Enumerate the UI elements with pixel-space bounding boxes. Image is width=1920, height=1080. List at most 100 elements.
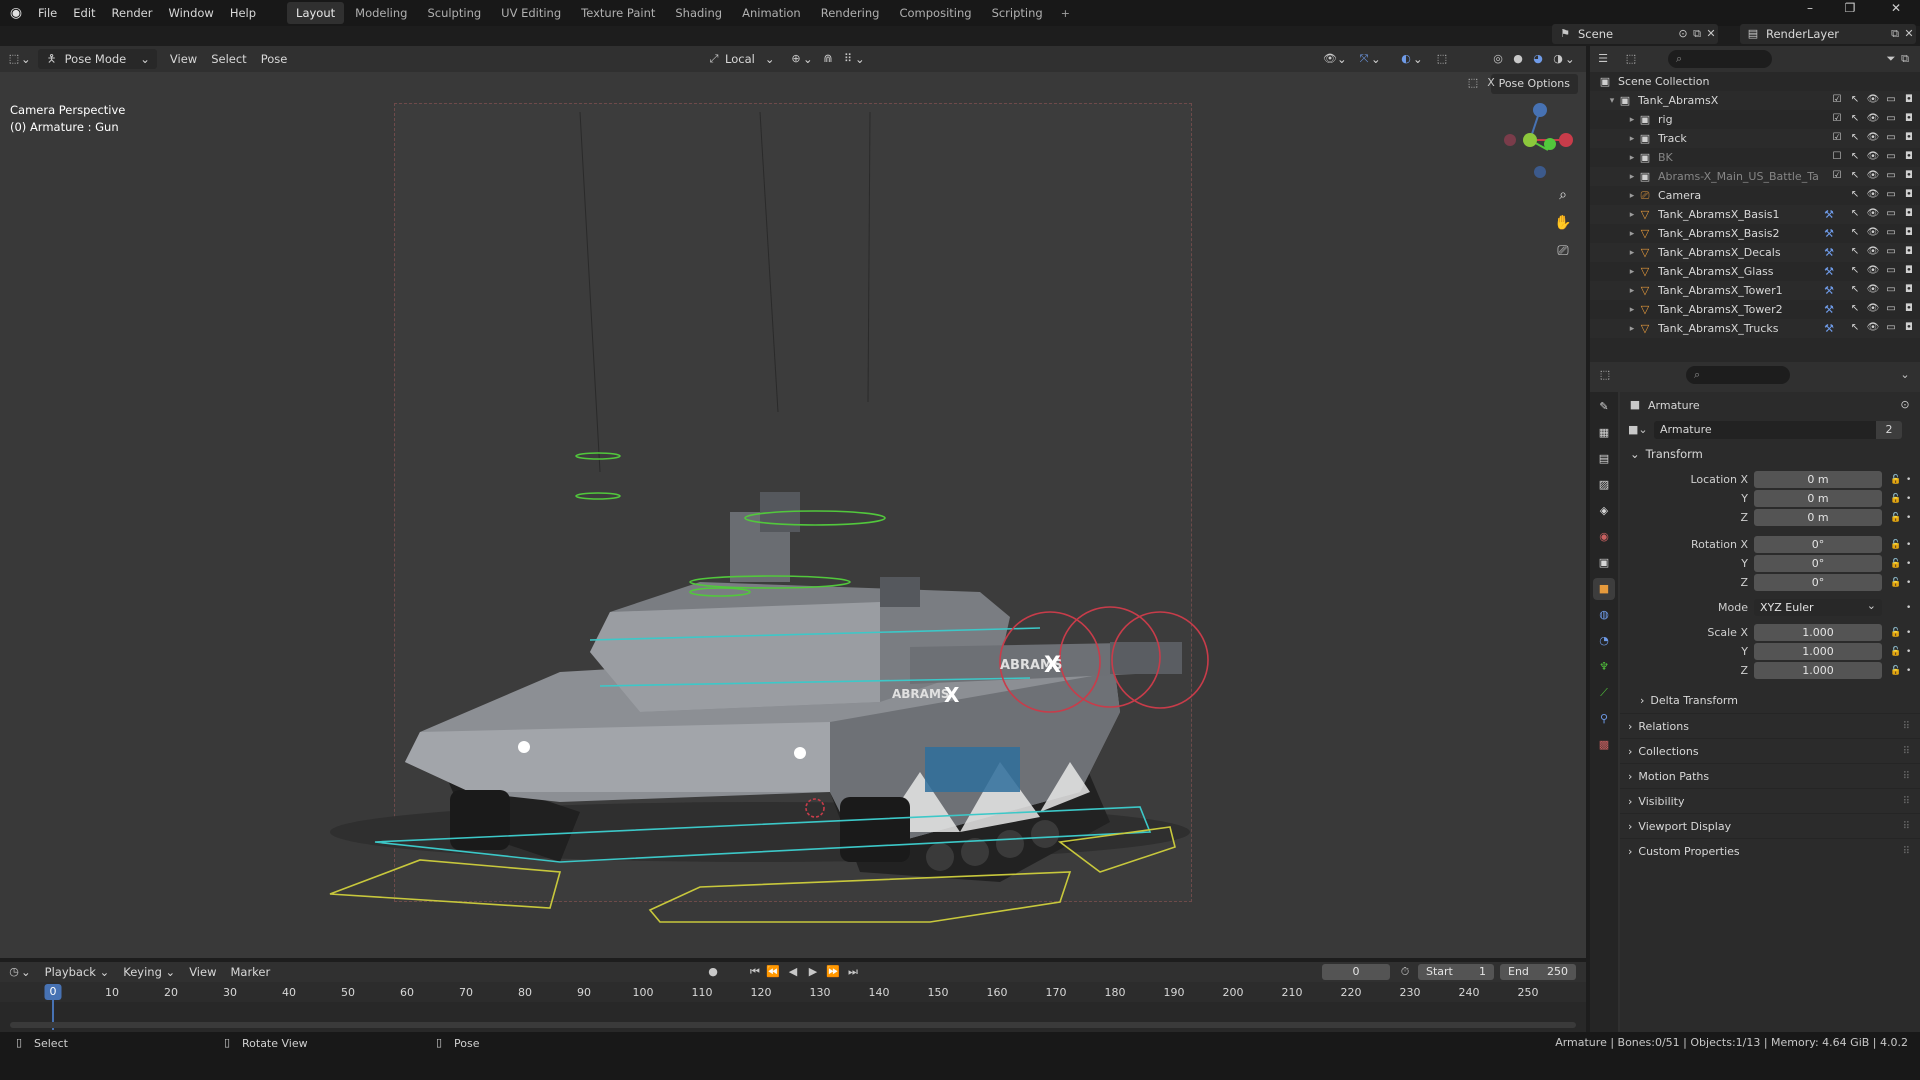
transform-panel-header[interactable]: ⌄ Transform — [1620, 442, 1920, 466]
menu-window[interactable]: Window — [160, 6, 221, 20]
3d-viewport[interactable]: Camera Perspective (0) Armature : Gun Po… — [0, 72, 1586, 958]
drag-grip-icon[interactable]: ⠿ — [1903, 846, 1910, 857]
eye-icon[interactable]: 👁 — [1866, 302, 1880, 316]
expand-arrow-icon[interactable]: ▸ — [1626, 210, 1638, 220]
eye-icon[interactable]: 👁 — [1866, 93, 1880, 107]
rotation-mode-select[interactable]: XYZ Euler — [1754, 597, 1882, 616]
drag-grip-icon[interactable]: ⠿ — [1903, 721, 1910, 732]
menu-file[interactable]: File — [30, 6, 65, 20]
visibility-selector[interactable]: 👁 ⌄ — [1316, 49, 1354, 69]
scale-z-field[interactable]: 1.000 — [1754, 662, 1882, 679]
zoom-icon[interactable]: ⌕ — [1550, 182, 1576, 208]
scale-x-field[interactable]: 1.000 — [1754, 624, 1882, 641]
expand-arrow-icon[interactable]: ▸ — [1626, 248, 1638, 258]
play-icon[interactable]: ▶ — [806, 965, 820, 979]
gizmo-toggle[interactable]: ⤧ ⌄ — [1350, 49, 1388, 69]
drag-grip-icon[interactable]: ⠿ — [1903, 771, 1910, 782]
user-count[interactable]: 2 — [1876, 421, 1902, 439]
keyframe-dot-icon[interactable]: • — [1906, 494, 1916, 504]
object-data-icon[interactable]: ■⌄ — [1628, 423, 1648, 437]
expand-arrow-icon[interactable]: ▸ — [1626, 191, 1638, 201]
render-camera-icon[interactable]: ◘ — [1902, 264, 1916, 278]
modifier-wrench-icon[interactable]: ⚒ — [1822, 303, 1836, 317]
panel-visibility[interactable]: › Visibility ⠿ — [1620, 788, 1920, 813]
blender-logo-icon[interactable]: ◉ — [8, 5, 24, 21]
menu-view[interactable]: View — [163, 49, 204, 69]
render-camera-icon[interactable]: ◘ — [1902, 188, 1916, 202]
modifier-wrench-icon[interactable]: ⚒ — [1822, 208, 1836, 222]
select-arrow-icon[interactable]: ↖ — [1848, 245, 1862, 259]
eye-icon[interactable]: 👁 — [1866, 131, 1880, 145]
timeline-scrollbar[interactable] — [10, 1022, 1576, 1028]
lock-icon[interactable]: 🔓 — [1890, 666, 1906, 676]
frame-cursor[interactable]: 0 — [44, 984, 62, 1000]
modifier-wrench-icon[interactable]: ⚒ — [1822, 246, 1836, 260]
menu-edit[interactable]: Edit — [65, 6, 103, 20]
modifier-tab-icon[interactable]: ◍ — [1593, 604, 1615, 626]
eye-icon[interactable]: 👁 — [1866, 169, 1880, 183]
panel-collections[interactable]: › Collections ⠿ — [1620, 738, 1920, 763]
eye-icon[interactable]: 👁 — [1866, 112, 1880, 126]
location-z-field[interactable]: 0 m — [1754, 509, 1882, 526]
select-arrow-icon[interactable]: ↖ — [1848, 264, 1862, 278]
checkbox-icon[interactable]: ☑ — [1830, 112, 1844, 126]
lock-icon[interactable]: 🔓 — [1890, 559, 1906, 569]
keyframe-dot-icon[interactable]: • — [1906, 513, 1916, 523]
select-arrow-icon[interactable]: ↖ — [1848, 188, 1862, 202]
expand-arrow-icon[interactable]: ▸ — [1626, 229, 1638, 239]
outliner-editor-icon[interactable]: ☰ — [1596, 52, 1610, 66]
keyframe-dot-icon[interactable]: • — [1906, 578, 1916, 588]
lock-icon[interactable]: 🔓 — [1890, 628, 1906, 638]
modifier-wrench-icon[interactable]: ⚒ — [1822, 284, 1836, 298]
filter-icon[interactable]: ⏷ — [1884, 52, 1898, 66]
pin-icon[interactable]: ⊙ — [1676, 27, 1690, 41]
select-arrow-icon[interactable]: ↖ — [1848, 302, 1862, 316]
scene-tab-icon[interactable]: ◈ — [1593, 500, 1615, 522]
tab-sculpting[interactable]: Sculpting — [418, 2, 490, 24]
render-camera-icon[interactable]: ◘ — [1902, 302, 1916, 316]
tab-compositing[interactable]: Compositing — [890, 2, 980, 24]
outliner-item[interactable]: ▸ ▣ rig ☑ ↖ 👁 ▭ ◘ — [1590, 110, 1920, 129]
texture-tab-icon[interactable]: ▩ — [1593, 734, 1615, 756]
menu-playback[interactable]: Playback ⌄ — [38, 962, 117, 982]
end-frame-field[interactable]: End 250 — [1500, 964, 1576, 980]
bone-constraint-tab-icon[interactable]: ⚲ — [1593, 708, 1615, 730]
render-camera-icon[interactable]: ◘ — [1902, 131, 1916, 145]
pin-icon[interactable]: ⊙ — [1898, 398, 1912, 412]
eye-icon[interactable]: 👁 — [1866, 321, 1880, 335]
lock-icon[interactable]: 🔓 — [1890, 540, 1906, 550]
keyframe-dot-icon[interactable]: • — [1906, 647, 1916, 657]
monitor-icon[interactable]: ▭ — [1884, 93, 1898, 107]
next-keyframe-icon[interactable]: ⏩ — [826, 965, 840, 979]
properties-search-input[interactable]: ⌕ — [1686, 366, 1790, 384]
camera-view-icon[interactable]: ⎚ — [1550, 238, 1576, 264]
monitor-icon[interactable]: ▭ — [1884, 169, 1898, 183]
outliner-item[interactable]: ▸ ▽ Tank_AbramsX_Basis2 ⚒ ↖ 👁 ▭ ◘ — [1590, 224, 1920, 243]
prev-keyframe-icon[interactable]: ⏪ — [766, 965, 780, 979]
monitor-icon[interactable]: ▭ — [1884, 283, 1898, 297]
select-arrow-icon[interactable]: ↖ — [1848, 207, 1862, 221]
render-camera-icon[interactable]: ◘ — [1902, 150, 1916, 164]
monitor-icon[interactable]: ▭ — [1884, 112, 1898, 126]
panel-viewport-display[interactable]: › Viewport Display ⠿ — [1620, 813, 1920, 838]
rotation-x-field[interactable]: 0° — [1754, 536, 1882, 553]
location-y-field[interactable]: 0 m — [1754, 490, 1882, 507]
transform-orientation-selector[interactable]: ⤢ Local ⌄ — [700, 49, 781, 69]
menu-marker[interactable]: Marker — [223, 962, 277, 982]
tab-modeling[interactable]: Modeling — [346, 2, 416, 24]
select-arrow-icon[interactable]: ↖ — [1848, 131, 1862, 145]
tab-shading[interactable]: Shading — [666, 2, 731, 24]
lock-icon[interactable]: 🔓 — [1890, 475, 1906, 485]
monitor-icon[interactable]: ▭ — [1884, 207, 1898, 221]
armature-data-tab-icon[interactable]: ♆ — [1593, 656, 1615, 678]
minimize-icon[interactable]: – — [1790, 0, 1830, 18]
output-tab-icon[interactable]: ▤ — [1593, 448, 1615, 470]
navigation-gizmo[interactable] — [1504, 103, 1573, 178]
keyframe-dot-icon[interactable]: • — [1906, 475, 1916, 485]
remove-scene-icon[interactable]: ✕ — [1704, 27, 1718, 41]
outliner-item[interactable]: ▸ ▣ Track ☑ ↖ 👁 ▭ ◘ — [1590, 129, 1920, 148]
menu-keying[interactable]: Keying ⌄ — [116, 962, 182, 982]
xray-toggle[interactable]: ⬚ — [1428, 49, 1456, 69]
eye-icon[interactable]: 👁 — [1866, 264, 1880, 278]
monitor-icon[interactable]: ▭ — [1884, 245, 1898, 259]
